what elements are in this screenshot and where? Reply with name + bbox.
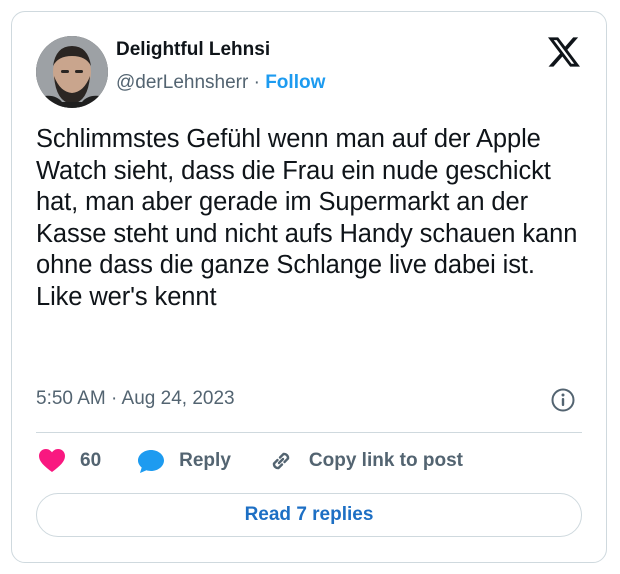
like-count: 60 [80, 450, 102, 471]
reply-label: Reply [179, 450, 231, 471]
tweet-timestamp[interactable]: 5:50 AM · Aug 24, 2023 [36, 388, 235, 410]
follow-button[interactable]: Follow [265, 72, 325, 93]
copy-link-label: Copy link to post [308, 450, 463, 471]
reply-bubble-icon [138, 450, 165, 473]
tweet-text: Schlimmstes Gefühl wenn man auf der Appl… [36, 125, 578, 311]
author-handle[interactable]: @derLehnsherr [116, 72, 248, 93]
x-logo-icon[interactable] [548, 37, 580, 67]
avatar[interactable] [36, 36, 108, 108]
action-bar: 60 Reply Copy link to post [38, 444, 499, 478]
avatar-photo [36, 36, 108, 108]
author-handle-row: @derLehnsherr · Follow [116, 72, 325, 94]
read-replies-label: Read 7 replies [244, 504, 374, 525]
handle-separator: · [253, 72, 260, 93]
reply-button[interactable]: Reply [137, 448, 231, 474]
info-icon[interactable] [550, 387, 576, 413]
copy-link-button[interactable]: Copy link to post [267, 447, 463, 475]
divider [36, 432, 582, 433]
like-button[interactable]: 60 [38, 448, 101, 474]
author-display-name[interactable]: Delightful Lehnsi [116, 39, 270, 61]
read-replies-button[interactable]: Read 7 replies [36, 493, 582, 537]
heart-icon [39, 449, 65, 472]
link-icon [272, 452, 290, 470]
tweet-card: Delightful Lehnsi @derLehnsherr · Follow… [11, 11, 607, 563]
